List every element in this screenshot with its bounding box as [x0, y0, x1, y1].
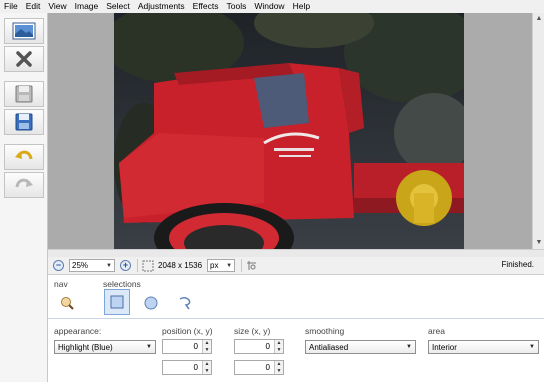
status-text: Finished.	[501, 260, 534, 269]
area-value: Interior	[432, 342, 457, 352]
tool-options-panel: nav selections appearance: position (x, …	[48, 275, 544, 382]
zoom-in-button[interactable]: +	[120, 260, 131, 271]
position-y-stepper[interactable]: 0 ▲ ▼	[162, 360, 212, 375]
chevron-down-icon: ▼	[529, 344, 535, 350]
unit-value: px	[210, 261, 219, 270]
rectangle-select-icon	[110, 295, 124, 309]
redo-arrow-icon	[15, 178, 33, 188]
lasso-select-icon	[179, 296, 191, 310]
size-x-value: 0	[265, 342, 270, 351]
size-x-stepper[interactable]: 0 ▲ ▼	[234, 339, 284, 354]
menu-adjustments[interactable]: Adjustments	[134, 0, 189, 13]
ellipse-select-icon	[144, 296, 158, 310]
horizontal-scrollbar[interactable]	[48, 249, 544, 257]
image-size-icon	[142, 260, 154, 271]
size-y-value: 0	[265, 363, 270, 372]
left-toolbar	[0, 13, 48, 382]
stepper-down-icon[interactable]: ▼	[275, 367, 283, 374]
position-x-value: 0	[193, 342, 198, 351]
zoom-select[interactable]: 25% ▼	[69, 259, 115, 272]
stepper-down-icon[interactable]: ▼	[275, 346, 283, 353]
redo-button[interactable]	[4, 172, 44, 198]
divider	[137, 259, 138, 272]
menu-effects[interactable]: Effects	[189, 0, 223, 13]
selections-label: selections	[103, 279, 141, 289]
hand-pan-icon	[61, 297, 74, 310]
stepper-down-icon[interactable]: ▼	[203, 346, 211, 353]
position-y-value: 0	[193, 363, 198, 372]
size-y-stepper[interactable]: 0 ▲ ▼	[234, 360, 284, 375]
menu-tools[interactable]: Tools	[223, 0, 251, 13]
menu-image[interactable]: Image	[71, 0, 103, 13]
undo-button[interactable]	[4, 144, 44, 170]
zoom-value: 25%	[72, 261, 89, 270]
close-button[interactable]	[4, 46, 44, 72]
zoom-out-button[interactable]: −	[53, 260, 64, 271]
status-bar: − 25% ▼ + 2048 x 1536 px ▼ Finished.	[48, 257, 544, 275]
menu-view[interactable]: View	[44, 0, 70, 13]
lasso-select-button[interactable]	[172, 290, 198, 316]
appearance-value: Highlight (Blue)	[58, 342, 113, 352]
appearance-label: appearance:	[54, 326, 102, 336]
scroll-down-icon[interactable]: ▼	[535, 239, 543, 247]
truck-photo	[114, 13, 464, 249]
open-image-icon	[12, 22, 36, 40]
menu-select[interactable]: Select	[102, 0, 134, 13]
divider	[241, 259, 243, 272]
save-as-button[interactable]	[4, 109, 44, 135]
position-label: position (x, y)	[162, 326, 213, 336]
open-image-button[interactable]	[4, 18, 44, 44]
menu-edit[interactable]: Edit	[22, 0, 45, 13]
position-x-stepper[interactable]: 0 ▲ ▼	[162, 339, 212, 354]
cursor-position-icon	[247, 260, 257, 270]
nav-label: nav	[54, 279, 68, 289]
save-as-disk-icon	[15, 113, 33, 131]
save-disk-icon	[15, 85, 33, 103]
image-size: 2048 x 1536	[158, 261, 203, 270]
undo-arrow-icon	[15, 150, 33, 160]
rectangle-select-button[interactable]	[104, 289, 130, 315]
appearance-select[interactable]: Highlight (Blue) ▼	[54, 340, 156, 354]
chevron-down-icon: ▼	[406, 344, 412, 350]
smoothing-value: Antialiased	[309, 342, 349, 352]
area-select[interactable]: Interior ▼	[428, 340, 539, 354]
save-button[interactable]	[4, 81, 44, 107]
smoothing-select[interactable]: Antialiased ▼	[305, 340, 416, 354]
pan-tool-button[interactable]	[54, 290, 80, 316]
menu-window[interactable]: Window	[250, 0, 288, 13]
chevron-down-icon: ▼	[226, 262, 233, 269]
ellipse-select-button[interactable]	[138, 290, 164, 316]
menu-help[interactable]: Help	[289, 0, 314, 13]
close-x-icon	[16, 51, 32, 67]
menu-bar: File Edit View Image Select Adjustments …	[0, 0, 544, 13]
smoothing-label: smoothing	[305, 326, 345, 336]
vertical-scrollbar[interactable]: ▲ ▼	[532, 13, 544, 249]
chevron-down-icon: ▼	[106, 262, 112, 269]
chevron-down-icon: ▼	[146, 344, 152, 350]
divider	[48, 318, 544, 319]
unit-select[interactable]: px ▼	[207, 259, 236, 272]
area-label: area	[428, 326, 446, 336]
size-label: size (x, y)	[234, 326, 271, 336]
menu-file[interactable]: File	[0, 0, 22, 13]
scroll-up-icon[interactable]: ▲	[535, 15, 543, 23]
stepper-down-icon[interactable]: ▼	[203, 367, 211, 374]
image-canvas[interactable]	[48, 13, 532, 249]
